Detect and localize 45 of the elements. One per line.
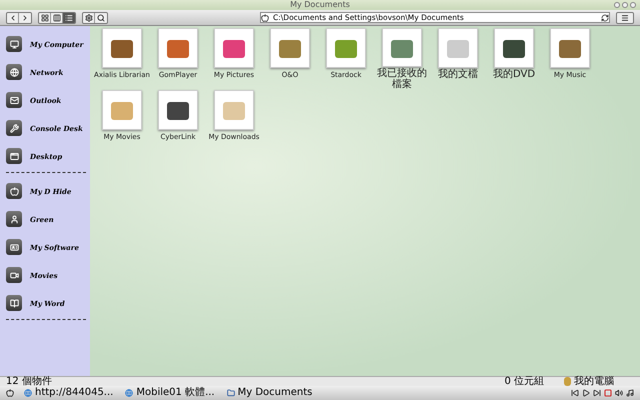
taskbar-button[interactable]: My Documents: [224, 387, 314, 399]
sidebar-item-icon: [6, 239, 22, 255]
view-icon: [65, 14, 73, 22]
window-title: My Documents: [290, 0, 350, 10]
sidebar-item-icon: [6, 92, 22, 108]
apple-icon: [6, 389, 14, 397]
volume-icon: [615, 389, 623, 397]
folder-item[interactable]: 我的DVD: [486, 28, 542, 90]
taskbar-button[interactable]: http://844045...: [22, 387, 116, 399]
menu-icon: [621, 14, 629, 22]
settings-button[interactable]: [83, 12, 95, 22]
globe-icon: [24, 389, 32, 397]
sidebar-item-icon: [6, 267, 22, 283]
search-icon: [97, 14, 105, 22]
search-button[interactable]: [95, 12, 107, 22]
sidebar-item-icon: [6, 148, 22, 164]
view-button[interactable]: [51, 12, 63, 22]
sidebar-item-icon: [6, 36, 22, 52]
play-icon: [582, 389, 590, 397]
previous-icon: [571, 389, 579, 397]
gear-icon: [84, 14, 92, 22]
view-button[interactable]: [39, 12, 51, 22]
item-count: 12 個物件: [6, 376, 52, 386]
sidebar-item-icon: [6, 183, 22, 199]
sidebar-item-icon: [6, 211, 22, 227]
forward-button[interactable]: [19, 12, 31, 22]
sidebar-item-icon: [6, 120, 22, 136]
location-text: 我的電腦: [574, 376, 614, 386]
back-button[interactable]: [7, 12, 19, 22]
next-icon: [593, 389, 601, 397]
taskbar-button[interactable]: Mobile01 軟體...: [123, 387, 217, 399]
tray-icon: [604, 389, 612, 397]
folder-item[interactable]: 我的文檔: [430, 28, 486, 90]
size-text: 0 位元組: [504, 376, 544, 386]
menu-button[interactable]: [617, 12, 633, 22]
folder-item[interactable]: 我已接收的檔案: [374, 28, 430, 90]
view-icon: [40, 14, 48, 22]
globe-icon: [125, 389, 134, 397]
apple-icon: [261, 14, 269, 22]
view-icon: [52, 14, 60, 22]
view-button[interactable]: [63, 12, 75, 22]
refresh-icon: [601, 14, 609, 22]
music-note-icon: [626, 389, 634, 397]
sidebar-item-icon: [6, 64, 22, 80]
sidebar-item-icon: [6, 295, 22, 311]
